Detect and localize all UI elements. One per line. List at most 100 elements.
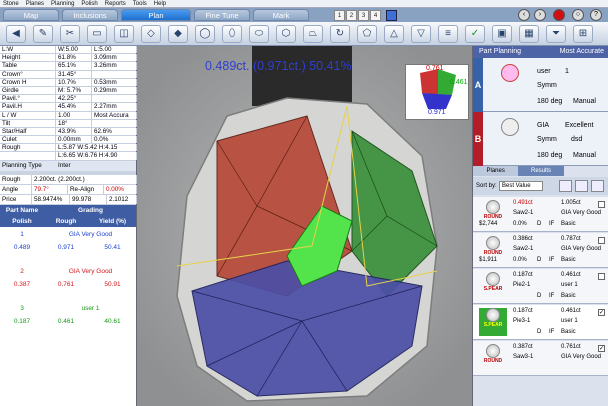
mini-green-value: 0.461 [450,79,468,86]
list-item[interactable]: S.PEAR 0.187ct 0.461ct Pie3-1 user 1 D IF … [473,305,608,340]
menu-planning[interactable]: Planning [51,0,74,7]
list-icon[interactable] [575,180,588,192]
gem-cut-icon[interactable]: ⬠ [357,24,377,43]
gem-side-icon[interactable]: ⏢ [303,24,323,43]
subtab-bar: Planes Results [473,166,608,176]
pear-gem-icon [501,64,519,82]
tab-planes[interactable]: Planes [473,166,519,176]
tree-icon[interactable] [591,180,604,192]
mini-blue-value: 0.971 [428,109,446,116]
planning-type-row: Planning Type Inter [0,160,136,171]
tree-icon[interactable]: ⊞ [573,24,593,43]
part-planning-header: Part Planning Most Accurate [473,46,608,58]
mini-red-value: 0.761 [426,65,444,72]
filter-icon[interactable]: ⏷ [546,24,566,43]
view-4-button[interactable]: 4 [370,9,381,21]
plan-letter: A [473,58,483,112]
shape-oval-icon[interactable]: ⬭ [249,24,269,43]
round-shape-icon: ROUND [479,344,507,372]
menu-stone[interactable]: Stone [3,0,19,7]
plan-letter: B [473,112,483,166]
menu-planes[interactable]: Planes [26,0,44,7]
rotate-icon[interactable]: ↻ [330,24,350,43]
arrow-left-icon[interactable]: ◀ [6,24,26,43]
part-planning-panel: Part Planning Most Accurate A user 1 Symm… [472,46,608,406]
help-icon[interactable]: ? [590,9,602,21]
prop-row: Crown° 31.45° [0,70,137,79]
gem-box-icon[interactable]: ▣ [492,24,512,43]
prop-row: Tilt 18° [0,119,137,128]
menu-help[interactable]: Help [154,0,166,7]
list-item[interactable]: ROUND 0.491ct 1.005ct Saw2-1 GIA Very Good… [473,197,608,232]
split-icon[interactable]: ◫ [114,24,134,43]
check-icon[interactable]: ✓ [465,24,485,43]
prop-row: Table 65.1% 3.26mm [0,62,137,71]
layers-icon[interactable]: ≡ [438,24,458,43]
prop-row: Crown H 10.7% 0.53mm [0,78,137,87]
part-item[interactable]: 1 GIA Very Good 0.489 0.971 50.41 [0,227,136,264]
forward-icon[interactable]: › [534,9,546,21]
list-item[interactable]: ROUND 0.387ct 0.761ct Saw3-1 GIA Very Good… [473,341,608,376]
round-gem-icon [501,118,519,136]
prop-row: L:W W:5.00 L:5.00 [0,46,137,55]
gem-fill-icon[interactable]: ◆ [168,24,188,43]
prop-row: L / W 1.00 Most Accura [0,111,137,120]
mini-view[interactable]: 0.761 0.461 0.971 [405,64,469,120]
menu-polish[interactable]: Polish [81,0,97,7]
sort-bar: Sort by: Best Value [473,177,608,195]
plan-b[interactable]: B GIA Excellent Symm dsd 180 deg Manual [473,112,608,166]
prop-row: L:6.65 W:6.76 H:4.90 [0,152,137,161]
list-item[interactable]: S.PEAR 0.187ct 0.461ct Pie2-1 user 1 D IF … [473,269,608,304]
gem-bottom-icon[interactable]: ▽ [411,24,431,43]
properties-panel: L:W W:5.00 L:5.00 Height 61.8% 3.09mm Table 6… [0,46,137,406]
square-icon[interactable] [386,9,397,21]
stone-viewport[interactable]: 0.489ct. (0.971ct.) 50.41% 0.761 0.461 0… [137,46,472,406]
sort-icon[interactable] [559,180,572,192]
tab-bar: Map Inclusions Plan Fine Tune Mark 1 2 3… [0,8,608,22]
row-checkbox[interactable] [598,201,605,208]
prop-row: Rough L:5.87 W:5.42 H:4.15 [0,144,137,153]
prop-row: Pavil.° 42.25° [0,95,137,104]
tab-plan[interactable]: Plan [121,9,191,21]
back-icon[interactable]: ‹ [518,9,530,21]
shape-round-icon[interactable]: ◯ [195,24,215,43]
rough-row: Rough 2.200ct. (2.200ct.) [0,174,137,185]
gem-top-icon[interactable]: ⬡ [276,24,296,43]
tab-map[interactable]: Map [3,9,59,21]
prop-row: Star/Half 43.9% 62.6% [0,127,137,137]
list-item[interactable]: ROUND 0.386ct 0.787ct Saw2-1 GIA Very Good… [473,233,608,268]
grading-header: Part Name Grading Polish Rough Yield (%) [0,204,136,227]
gem-outline-icon[interactable]: ◇ [141,24,161,43]
angle-row: Angle 79.7° Re-Align 0.00% [0,184,137,195]
menu-tools[interactable]: Tools [133,0,147,7]
pear-shape-icon: S.PEAR [479,272,507,300]
tab-results[interactable]: Results [518,166,564,176]
row-checkbox[interactable] [598,273,605,280]
plan-a[interactable]: A user 1 Symm 180 deg Manual [473,58,608,112]
check-icon[interactable]: ✓ [598,345,605,352]
view-2-button[interactable]: 2 [346,9,357,21]
tab-fine-tune[interactable]: Fine Tune [194,9,250,21]
sort-select[interactable]: Best Value [499,181,543,191]
pencil-icon[interactable]: ✎ [33,24,53,43]
gem-view-icon[interactable]: △ [384,24,404,43]
view-3-button[interactable]: 3 [358,9,369,21]
scissors-icon[interactable]: ✂ [60,24,80,43]
part-item[interactable]: 3 user 1 0.187 0.461 40.61 [0,301,136,338]
tab-inclusions[interactable]: Inclusions [62,9,118,21]
shape-pear-icon[interactable]: ⬯ [222,24,242,43]
row-checkbox[interactable] [598,237,605,244]
prop-row: Pavil.H 45.4% 2.27mm [0,103,137,112]
pear-shape-icon: S.PEAR [479,308,507,336]
record-icon[interactable] [553,9,565,21]
settings-icon[interactable]: ○ [572,9,584,21]
view-1-button[interactable]: 1 [334,9,345,21]
check-icon[interactable]: ✓ [598,309,605,316]
calculator-icon[interactable]: ▦ [519,24,539,43]
overlay-weight-text: 0.489ct. (0.971ct.) 50.41% [205,59,352,73]
part-item[interactable]: 2 GIA Very Good 0.387 0.761 50.91 [0,264,136,301]
plane-icon[interactable]: ▭ [87,24,107,43]
menu-reports[interactable]: Reports [105,0,126,7]
tab-mark[interactable]: Mark [253,9,309,21]
prop-row: Girdle M: 5.7% 0.29mm [0,86,137,96]
